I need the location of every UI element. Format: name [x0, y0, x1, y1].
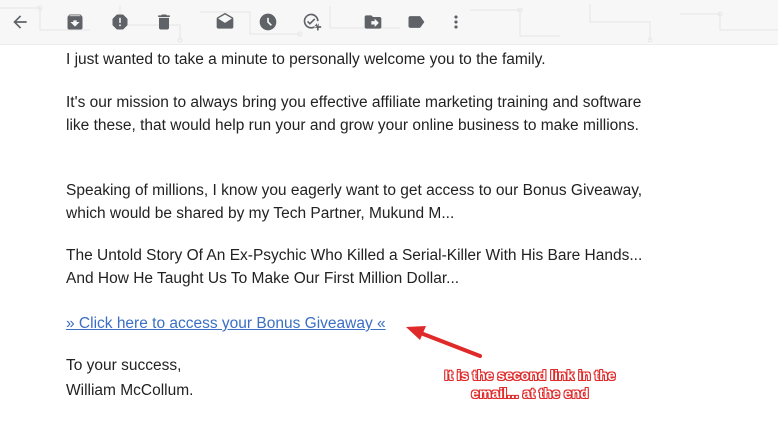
email-signature: William McCollum.	[66, 382, 194, 399]
email-paragraph-story: The Untold Story Of An Ex-Psychic Who Ki…	[66, 247, 643, 287]
email-toolbar	[0, 0, 778, 45]
annotation-callout: It is the second link in the email... at…	[412, 366, 648, 402]
email-paragraph-giveaway: Speaking of millions, I know you eagerly…	[66, 182, 643, 222]
annotation-line-2: email... at the end	[471, 385, 589, 401]
annotation-line-1: It is the second link in the	[444, 367, 616, 383]
email-paragraph-mission: It's our mission to always bring you eff…	[66, 94, 642, 134]
back-arrow-icon[interactable]	[9, 11, 31, 33]
email-paragraph-welcome: I just wanted to take a minute to person…	[66, 51, 546, 68]
more-options-icon[interactable]	[445, 11, 467, 33]
email-closing: To your success,	[66, 357, 182, 374]
snooze-icon[interactable]	[257, 11, 279, 33]
mark-unread-icon[interactable]	[214, 11, 236, 33]
archive-icon[interactable]	[64, 11, 86, 33]
move-to-icon[interactable]	[362, 11, 384, 33]
annotation-arrow	[406, 326, 482, 358]
report-spam-icon[interactable]	[109, 11, 131, 33]
bonus-giveaway-link[interactable]: » Click here to access your Bonus Giveaw…	[66, 312, 386, 335]
label-icon[interactable]	[405, 11, 427, 33]
add-to-tasks-icon[interactable]	[301, 11, 323, 33]
delete-icon[interactable]	[153, 11, 175, 33]
